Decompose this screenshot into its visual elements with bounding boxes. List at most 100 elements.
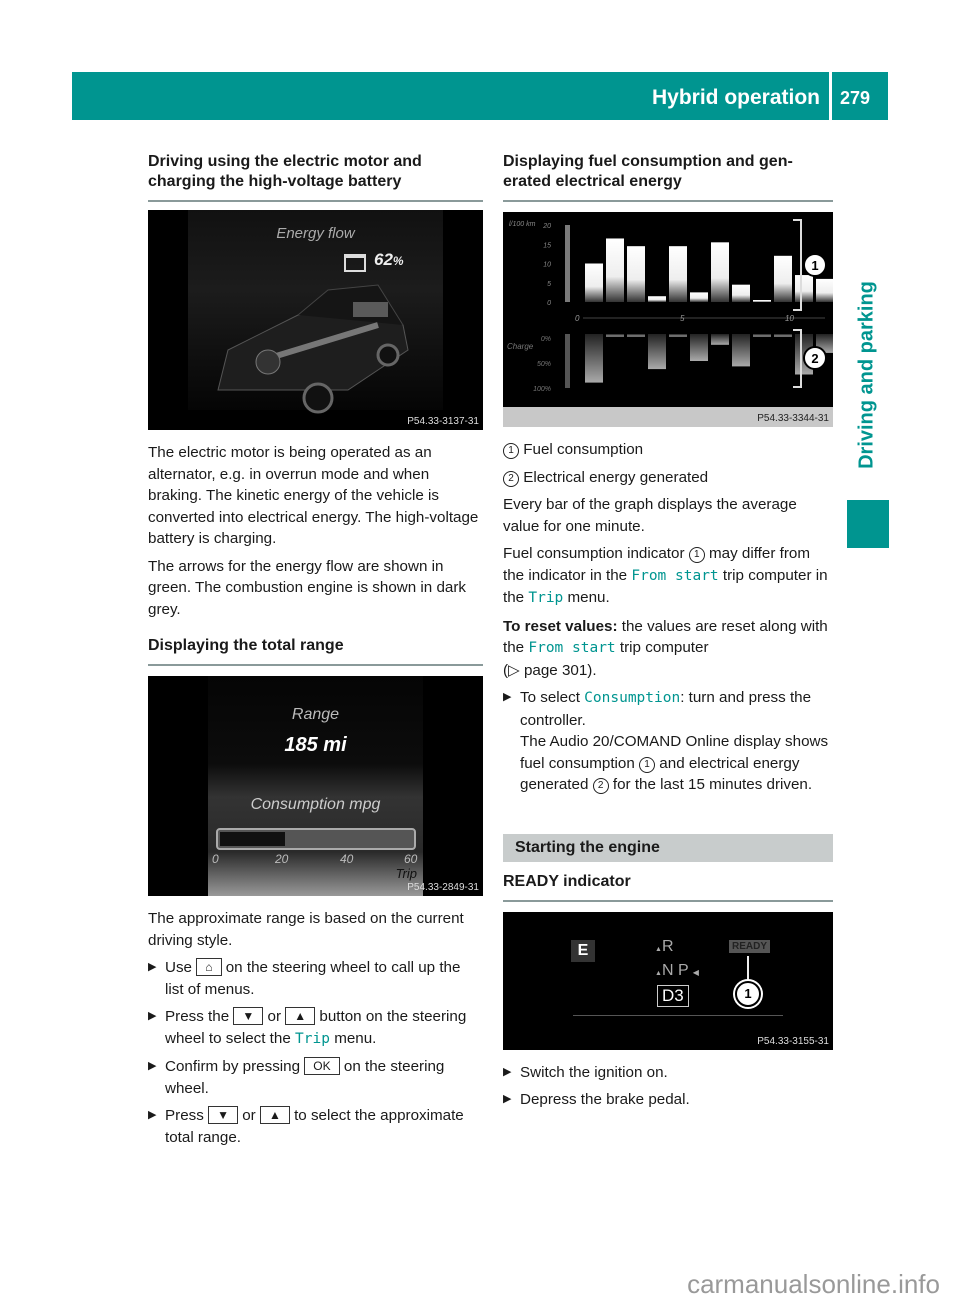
fuel-bar bbox=[627, 246, 645, 302]
paragraph: Every bar of the graph displays the aver… bbox=[503, 496, 797, 535]
consumption-gauge bbox=[216, 828, 416, 850]
header-divider bbox=[829, 72, 832, 120]
car-silhouette-icon bbox=[217, 284, 409, 414]
fuel-bar bbox=[732, 284, 750, 302]
paragraph: The electric motor is being operated as … bbox=[148, 444, 479, 547]
divider bbox=[503, 899, 833, 902]
charge-bar bbox=[648, 334, 666, 370]
up-key-icon: ▲ bbox=[285, 1007, 316, 1025]
bullet-icon: ▶ bbox=[503, 1093, 512, 1105]
y-scale-strip bbox=[565, 225, 570, 302]
y-tick-label: 20 bbox=[542, 223, 551, 230]
right-column: Displaying fuel consumption and gen-erat… bbox=[503, 152, 833, 1117]
ready-indicator-image: E ▲R ▲N P ◀ D3 READY 1 P54.33-3155-31 bbox=[503, 911, 833, 1050]
from-start-term: From start bbox=[631, 567, 719, 584]
gauge-tick: 40 bbox=[340, 852, 354, 866]
charge-bar bbox=[690, 334, 708, 361]
unit-label: l/100 km bbox=[509, 221, 536, 228]
up-key-icon: ▲ bbox=[259, 1106, 290, 1124]
image-code: P54.33-2849-31 bbox=[407, 882, 479, 893]
callout-1-icon: 1 bbox=[688, 547, 705, 563]
trip-label: Trip bbox=[395, 866, 417, 881]
section-heading-ready: READY indicator bbox=[503, 872, 631, 890]
image-code: P54.33-3137-31 bbox=[407, 416, 479, 427]
callout-1-icon: 1 bbox=[639, 756, 656, 773]
paragraph: Fuel consumption indicator 1 may differ … bbox=[503, 545, 828, 606]
gauge-ticks: 0 20 40 60 bbox=[212, 852, 422, 866]
bullet-icon: ▶ bbox=[148, 1010, 157, 1022]
trip-menu-term: Trip bbox=[295, 1030, 330, 1047]
callout-2-icon: 2 bbox=[503, 470, 519, 487]
section-title: Hybrid operation bbox=[651, 86, 820, 109]
left-column: Driving using the electric motor and char… bbox=[148, 152, 483, 1154]
gear-r: ▲R bbox=[655, 937, 674, 955]
callout-1-icon-label: 1 bbox=[811, 258, 818, 273]
down-key-icon: ▼ bbox=[208, 1106, 238, 1124]
y-tick-label: 10 bbox=[543, 262, 551, 269]
y-tick-label: 0 bbox=[547, 300, 551, 307]
step-item: ▶ Press ▼ or ▲ to select the approximate… bbox=[148, 1106, 464, 1146]
charge-bar bbox=[606, 334, 624, 337]
page-reference-link[interactable]: (▷ page 301). bbox=[503, 662, 597, 679]
charge-tick-label: 100% bbox=[533, 386, 551, 393]
fuel-bar bbox=[669, 246, 687, 302]
home-key-icon: ⌂ bbox=[196, 958, 222, 976]
down-key-icon: ▼ bbox=[233, 1007, 264, 1025]
gauge-tick: 20 bbox=[275, 852, 289, 866]
image-code: P54.33-3344-31 bbox=[757, 413, 829, 424]
fuel-bar bbox=[648, 296, 666, 302]
step-item: ▶ Use ⌂ on the steering wheel to call up… bbox=[148, 958, 461, 998]
image-code: P54.33-3155-31 bbox=[757, 1035, 829, 1047]
side-tab-marker bbox=[847, 500, 889, 548]
charge-bar bbox=[711, 334, 729, 345]
battery-icon bbox=[344, 254, 366, 272]
x-tick-label: 5 bbox=[680, 314, 685, 323]
x-tick-label: 10 bbox=[785, 314, 794, 323]
step-item: ▶ Press the ▼ or ▲ button on the steerin… bbox=[148, 1007, 467, 1047]
energy-flow-title: Energy flow bbox=[276, 225, 355, 242]
divider-line bbox=[573, 1014, 783, 1016]
trip-menu-term: Trip bbox=[528, 590, 564, 606]
bullet-icon: ▶ bbox=[148, 1109, 157, 1121]
side-tab-label: Driving and parking bbox=[855, 281, 878, 469]
callout-2-icon: 2 bbox=[592, 778, 609, 794]
y-tick-label: 15 bbox=[543, 242, 551, 249]
bullet-icon: ▶ bbox=[148, 1060, 157, 1072]
consumption-label: Consumption mpg bbox=[250, 796, 381, 813]
battery-percentage: 62% bbox=[374, 250, 404, 269]
page-number: 279 bbox=[840, 88, 871, 108]
fuel-bar bbox=[711, 242, 729, 302]
fuel-bar bbox=[690, 292, 708, 302]
paragraph: To reset values: the values are reset al… bbox=[503, 617, 828, 679]
ready-indicator: READY bbox=[729, 939, 771, 953]
bullet-icon: ▶ bbox=[503, 691, 512, 703]
step-item: ▶ Depress the brake pedal. bbox=[503, 1089, 833, 1111]
bullet-icon: ▶ bbox=[148, 961, 157, 973]
gear-selected: D3 bbox=[657, 984, 689, 1007]
charge-bar bbox=[585, 334, 603, 383]
ok-key-icon: OK bbox=[304, 1057, 340, 1075]
x-tick-label: 0 bbox=[575, 314, 580, 323]
divider bbox=[148, 664, 483, 666]
consumption-chart: l/100 km Charge 051015200%50%100%051015 … bbox=[507, 219, 833, 393]
section-heading-range: Displaying the total range bbox=[148, 637, 344, 654]
charge-bar bbox=[627, 334, 645, 337]
gauge-tick: 60 bbox=[404, 852, 418, 866]
charge-tick-label: 0% bbox=[541, 336, 551, 343]
energy-flow-image: Energy flow 62% P54.33-3137-31 bbox=[148, 210, 483, 430]
eco-indicator: E bbox=[571, 939, 595, 962]
step-item: ▶ To select Consumption: turn and press … bbox=[503, 689, 829, 794]
range-image: Range 185 mi Consumption mpg 0 20 40 60 … bbox=[148, 676, 483, 896]
section-heading-electric: Driving using the electric motor and char… bbox=[148, 153, 422, 190]
paragraph: The approximate range is based on the cu… bbox=[148, 910, 464, 949]
divider bbox=[503, 200, 833, 202]
from-start-term: From start bbox=[528, 640, 616, 656]
callout-2-icon-label: 2 bbox=[811, 351, 818, 366]
charge-bar bbox=[774, 334, 792, 337]
step-item: ▶ Confirm by pressing OK on the steering… bbox=[148, 1057, 445, 1097]
callout-1-icon: 1 bbox=[503, 443, 519, 459]
charge-bar bbox=[669, 334, 687, 337]
section-heading-consumption: Displaying fuel consumption and gen-erat… bbox=[503, 153, 793, 190]
charge-bar bbox=[753, 334, 771, 337]
consumption-chart-image: l/100 km Charge 051015200%50%100%051015 … bbox=[503, 212, 833, 427]
